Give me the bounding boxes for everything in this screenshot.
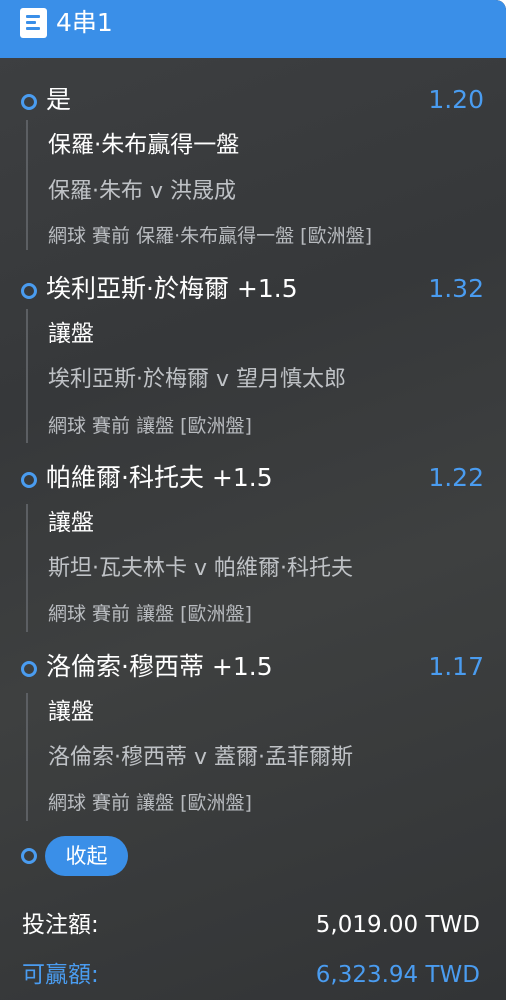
leg-meta: 網球 賽前 讓盤 [歐洲盤] [48,792,252,814]
leg-marker-icon [21,94,37,110]
leg-market: 讓盤 [48,510,94,536]
stake-label: 投注額: [22,912,99,938]
bet-slip-card: 4串1 是 1.20 保羅·朱布贏得一盤 保羅·朱布 v 洪晟成 網球 賽前 保… [0,0,506,1000]
potential-win-label: 可贏額: [22,962,99,988]
page-edge [506,0,511,1000]
leg-selection: 是 [46,85,72,114]
leg-match: 洛倫索·穆西蒂 v 蓋爾·孟菲爾斯 [48,745,353,770]
bet-type-title: 4串1 [56,8,113,37]
leg-connector [26,309,28,443]
leg-match: 埃利亞斯·於梅爾 v 望月慎太郎 [48,367,346,392]
leg-selection: 帕維爾·科托夫 +1.5 [46,463,273,492]
leg-odds: 1.20 [428,85,484,114]
leg-marker-icon [21,472,37,488]
leg-odds: 1.22 [428,463,484,492]
leg-marker-icon [21,661,37,677]
leg-marker-icon [21,283,37,299]
leg-connector [26,120,28,250]
leg-meta: 網球 賽前 保羅·朱布贏得一盤 [歐洲盤] [48,225,372,247]
leg-odds: 1.17 [428,652,484,681]
leg-meta: 網球 賽前 讓盤 [歐洲盤] [48,603,252,625]
leg-meta: 網球 賽前 讓盤 [歐洲盤] [48,415,252,437]
collapse-button[interactable]: 收起 [45,836,128,876]
leg-odds: 1.32 [428,274,484,303]
leg-match: 保羅·朱布 v 洪晟成 [48,179,236,204]
collapse-marker-icon [21,848,37,864]
leg-connector [26,504,28,632]
leg-market: 讓盤 [48,321,94,347]
leg-selection: 埃利亞斯·於梅爾 +1.5 [46,274,298,303]
stake-value: 5,019.00 TWD [315,912,480,938]
leg-connector [26,693,28,821]
leg-market: 讓盤 [48,699,94,725]
betslip-icon [20,8,47,38]
potential-win-value: 6,323.94 TWD [315,962,480,988]
leg-market: 保羅·朱布贏得一盤 [48,132,240,158]
bet-slip-header[interactable]: 4串1 [0,0,506,58]
leg-match: 斯坦·瓦夫林卡 v 帕維爾·科托夫 [48,556,353,581]
leg-selection: 洛倫索·穆西蒂 +1.5 [46,652,273,681]
